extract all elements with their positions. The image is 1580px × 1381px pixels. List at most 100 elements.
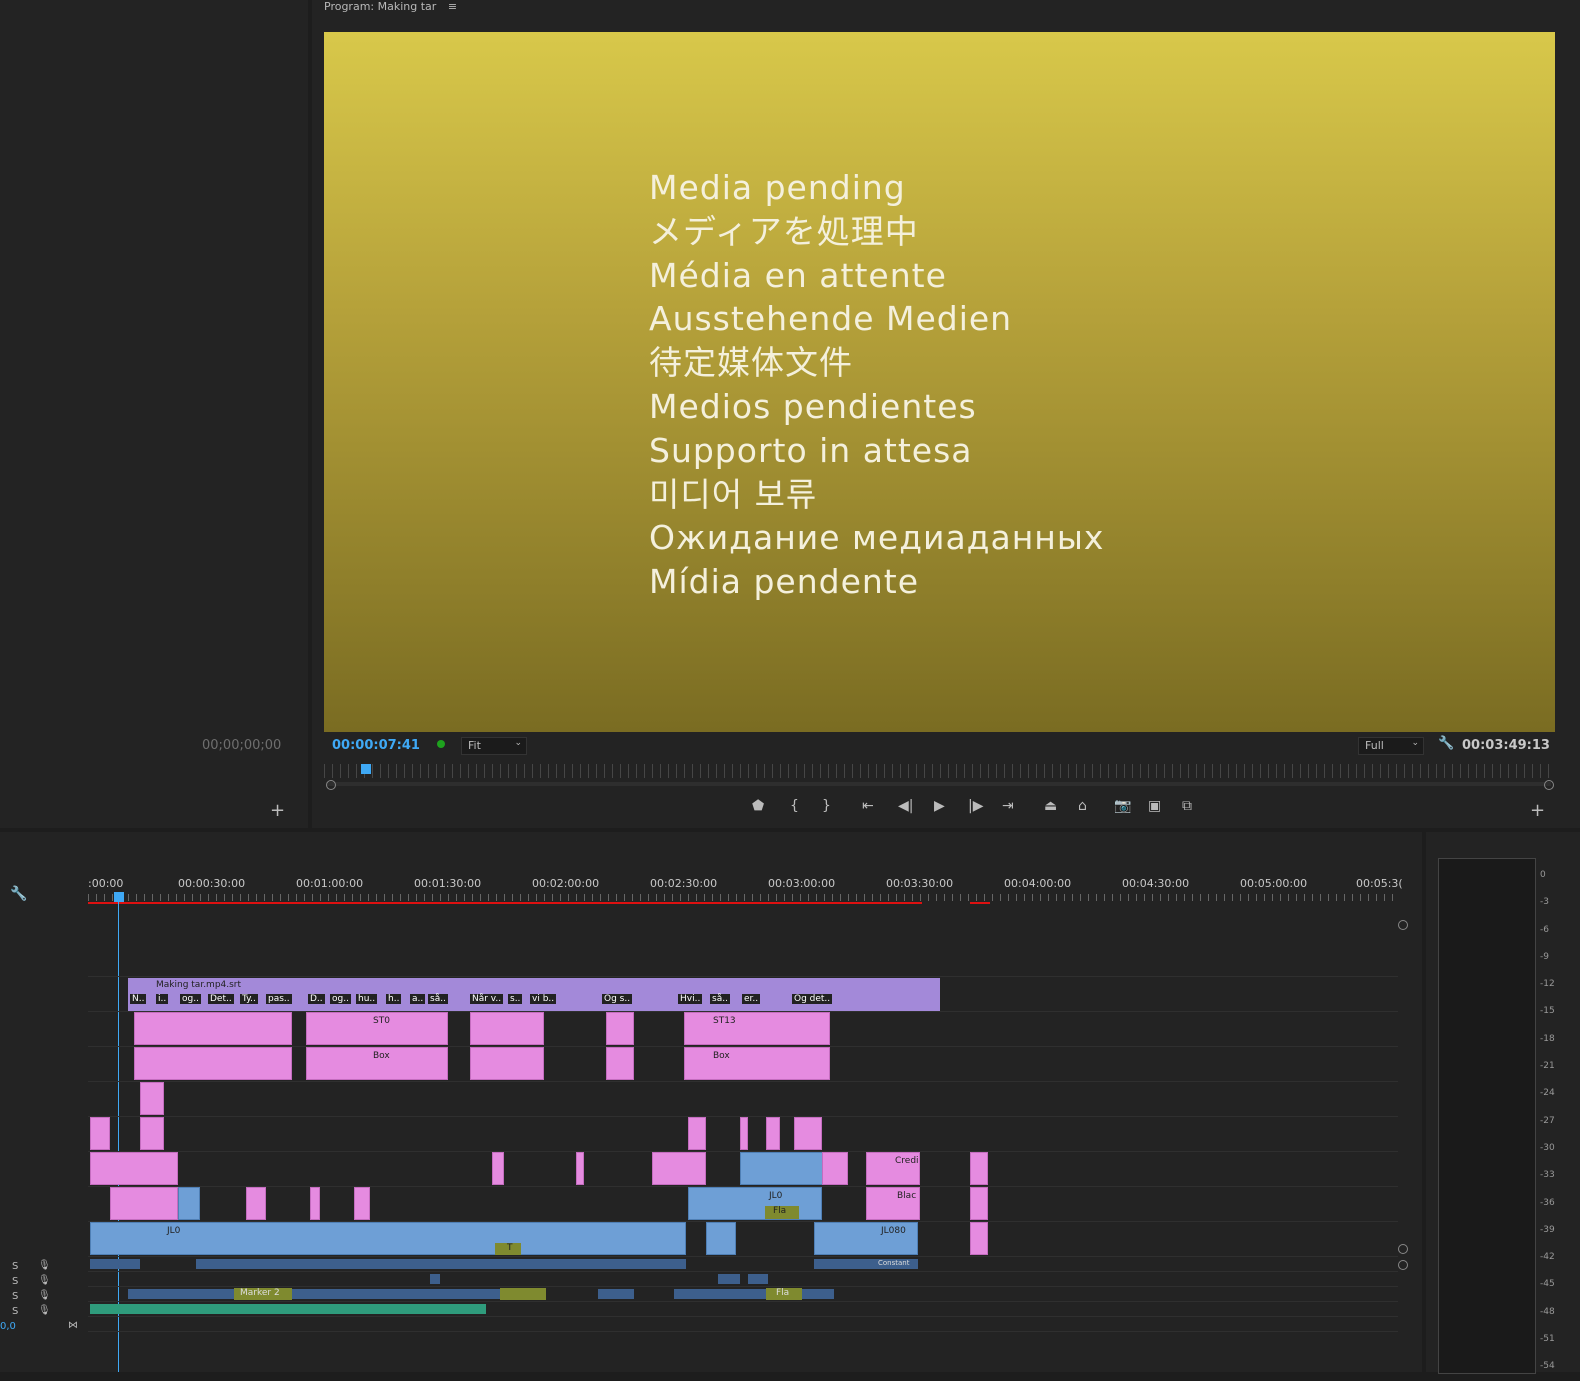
compare-view-icon[interactable]: ▣: [1148, 798, 1161, 814]
video-clip[interactable]: [90, 1117, 110, 1150]
caption-cue[interactable]: s..: [508, 994, 523, 1004]
caption-cue[interactable]: N..: [130, 994, 147, 1004]
caption-cue[interactable]: Og s..: [602, 994, 633, 1004]
video-clip[interactable]: JL0 T: [90, 1222, 686, 1255]
video-clip[interactable]: [90, 1152, 178, 1185]
caption-cue[interactable]: i..: [156, 994, 169, 1004]
audio-clip[interactable]: Fla: [674, 1288, 834, 1300]
timeline-settings-wrench-icon[interactable]: 🔧: [10, 886, 27, 902]
video-clip[interactable]: [492, 1152, 504, 1185]
video-clip[interactable]: [140, 1082, 164, 1115]
audio-clip[interactable]: [90, 1259, 140, 1269]
program-current-timecode[interactable]: 00:00:07:41: [332, 738, 420, 753]
video-clip[interactable]: [576, 1152, 584, 1185]
panel-menu-icon[interactable]: ≡: [448, 0, 457, 13]
caption-cue[interactable]: og..: [180, 994, 201, 1004]
source-add-button[interactable]: +: [270, 800, 285, 821]
audio-clip[interactable]: Constant: [814, 1259, 918, 1269]
timeline-ruler[interactable]: :00:00 00:00:30:00 00:01:00:00 00:01:30:…: [88, 872, 1403, 904]
step-forward-icon[interactable]: |▶: [968, 798, 983, 814]
timeline-playhead[interactable]: [114, 892, 124, 902]
audio-clip[interactable]: [718, 1274, 740, 1284]
audio-clip[interactable]: [430, 1274, 440, 1284]
vscroll-handle[interactable]: [1398, 1244, 1408, 1254]
video-clip[interactable]: [766, 1117, 780, 1150]
audio-clip[interactable]: [748, 1274, 768, 1284]
solo-toggle[interactable]: S: [12, 1261, 18, 1272]
zoom-select[interactable]: Fit ⌄: [461, 737, 527, 755]
video-clip[interactable]: [606, 1012, 634, 1045]
video-clip[interactable]: [246, 1187, 266, 1220]
mark-out-icon[interactable]: }: [822, 798, 831, 814]
export-frame-camera-icon[interactable]: 📷: [1114, 798, 1131, 814]
step-back-icon[interactable]: ◀|: [898, 798, 913, 814]
video-clip[interactable]: Credi: [866, 1152, 920, 1185]
caption-cue[interactable]: Når v..: [470, 994, 504, 1004]
go-to-out-icon[interactable]: ⇥: [1002, 798, 1014, 814]
lift-icon[interactable]: ⏏: [1044, 798, 1057, 814]
marker-clip[interactable]: Marker 2: [234, 1288, 292, 1300]
video-clip[interactable]: [606, 1047, 634, 1080]
video-clip[interactable]: [970, 1222, 988, 1255]
caption-cue[interactable]: og..: [330, 994, 351, 1004]
video-clip[interactable]: [794, 1117, 822, 1150]
microphone-icon[interactable]: 🎙: [38, 1290, 51, 1301]
extract-icon[interactable]: ⌂: [1078, 798, 1087, 814]
audio-clip[interactable]: [598, 1289, 634, 1299]
caption-cue[interactable]: hu..: [356, 994, 378, 1004]
video-clip[interactable]: ST13: [684, 1012, 830, 1045]
video-clip[interactable]: Blac: [866, 1187, 920, 1220]
audio-clip[interactable]: [196, 1259, 686, 1269]
video-clip[interactable]: ST0: [306, 1012, 448, 1045]
video-clip[interactable]: Box: [306, 1047, 448, 1080]
vscroll-handle[interactable]: [1398, 1260, 1408, 1270]
caption-cue[interactable]: Ty..: [240, 994, 258, 1004]
scroll-handle-left[interactable]: [326, 780, 336, 790]
video-clip[interactable]: [706, 1222, 736, 1255]
caption-cue[interactable]: Det..: [208, 994, 234, 1004]
video-clip[interactable]: [134, 1012, 292, 1045]
mark-in-icon[interactable]: {: [790, 798, 799, 814]
program-add-button[interactable]: +: [1530, 800, 1545, 821]
settings-wrench-icon[interactable]: 🔧: [1438, 736, 1454, 751]
track-area[interactable]: Making tar.mp4.srt N.. i.. og.. Det.. Ty…: [88, 976, 1398, 1372]
caption-cue[interactable]: så..: [428, 994, 448, 1004]
video-clip[interactable]: [110, 1187, 178, 1220]
play-icon[interactable]: ▶: [934, 798, 945, 814]
program-monitor-title[interactable]: Program: Making tar ≡: [324, 0, 457, 13]
caption-cue[interactable]: pas..: [266, 994, 292, 1004]
caption-cue[interactable]: Hvi..: [678, 994, 703, 1004]
video-clip[interactable]: [740, 1117, 748, 1150]
scroll-handle-right[interactable]: [1544, 780, 1554, 790]
caption-cue[interactable]: er..: [742, 994, 761, 1004]
program-playhead[interactable]: [361, 764, 371, 774]
video-clip[interactable]: [134, 1047, 292, 1080]
microphone-icon[interactable]: 🎙: [38, 1260, 51, 1271]
video-clip[interactable]: [652, 1152, 706, 1185]
microphone-icon[interactable]: 🎙: [38, 1305, 51, 1316]
video-clip[interactable]: [970, 1187, 988, 1220]
audio-clip[interactable]: Marker 2: [128, 1288, 546, 1300]
caption-cue[interactable]: så..: [710, 994, 730, 1004]
program-mini-ruler[interactable]: [324, 764, 1555, 778]
video-clip[interactable]: Box: [684, 1047, 830, 1080]
caption-cue[interactable]: vi b..: [530, 994, 557, 1004]
go-to-in-icon[interactable]: ⇤: [862, 798, 874, 814]
solo-toggle[interactable]: S: [12, 1306, 18, 1317]
button-editor-icon[interactable]: ⧉: [1182, 798, 1192, 814]
audio-clip-green[interactable]: [90, 1304, 486, 1314]
vscroll-handle[interactable]: [1398, 920, 1408, 930]
resolution-select[interactable]: Full ⌄: [1358, 737, 1424, 755]
go-to-end-icon[interactable]: ⋈: [68, 1320, 78, 1331]
video-clip[interactable]: JL080: [814, 1222, 918, 1255]
video-clip[interactable]: [822, 1152, 848, 1185]
add-marker-icon[interactable]: ⬟: [752, 798, 764, 814]
video-clip[interactable]: [470, 1047, 544, 1080]
video-clip[interactable]: [310, 1187, 320, 1220]
program-scrollbar[interactable]: [326, 782, 1551, 786]
solo-toggle[interactable]: S: [12, 1291, 18, 1302]
caption-cue[interactable]: h..: [386, 994, 402, 1004]
video-clip[interactable]: [140, 1117, 164, 1150]
caption-cue[interactable]: Og det..: [792, 994, 833, 1004]
microphone-icon[interactable]: 🎙: [38, 1275, 51, 1286]
